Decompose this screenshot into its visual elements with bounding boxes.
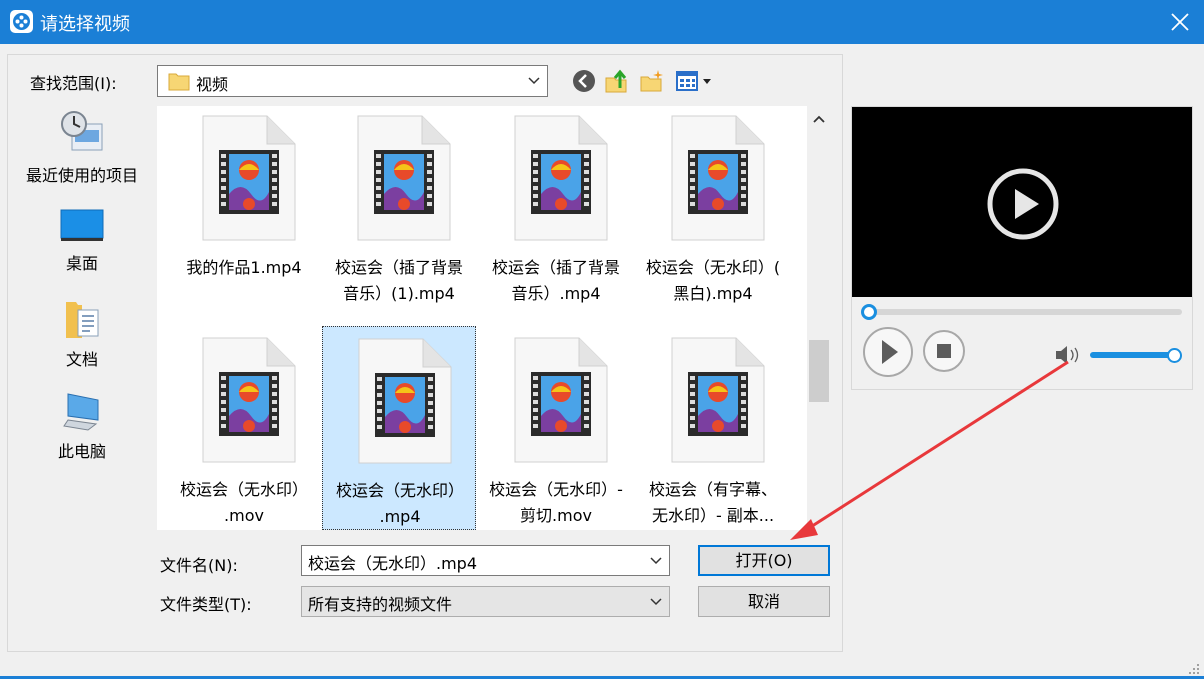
scroll-up-icon (813, 115, 825, 123)
play-button[interactable] (862, 326, 914, 382)
file-name-line2: 黑白).mp4 (673, 284, 753, 303)
resize-grip-icon[interactable] (1188, 663, 1200, 675)
stop-button[interactable] (922, 329, 966, 377)
video-file-icon (671, 115, 765, 241)
place-label: 桌面 (65, 254, 98, 273)
computer-icon (63, 393, 99, 431)
file-item[interactable]: 校运会（无水印）- 剪切.mov (479, 326, 633, 530)
window-title: 请选择视频 (40, 14, 130, 35)
file-name-line2: 音乐）(1).mp4 (343, 284, 455, 303)
file-name: 校运会（无水印） (179, 480, 308, 499)
close-icon (1171, 13, 1189, 31)
place-recent[interactable]: 最近使用的项目 (13, 110, 151, 186)
view-menu-button[interactable] (675, 68, 715, 94)
documents-icon (66, 302, 99, 338)
video-screen[interactable] (852, 107, 1192, 297)
seek-thumb[interactable] (861, 304, 877, 320)
video-file-icon (671, 337, 765, 463)
file-list[interactable]: 我的作品1.mp4 校运会（插了背景 音乐）(1).mp4 校运会（插了背景 音乐）.m… (157, 106, 807, 530)
scroll-thumb[interactable] (809, 340, 829, 402)
up-folder-button[interactable] (604, 68, 630, 94)
cancel-button[interactable]: 取消 (698, 586, 830, 617)
file-name: 我的作品1.mp4 (186, 258, 302, 277)
new-folder-icon (640, 70, 663, 92)
place-label: 文档 (65, 350, 98, 369)
video-file-icon (358, 338, 452, 464)
close-button[interactable] (1164, 6, 1196, 38)
lookin-value: 视频 (196, 75, 229, 94)
filetype-value: 所有支持的视频文件 (308, 595, 453, 614)
video-file-icon (514, 115, 608, 241)
file-name-line2: .mov (224, 506, 264, 525)
filetype-select[interactable]: 所有支持的视频文件 (301, 586, 670, 617)
video-file-icon (202, 337, 296, 463)
file-name: 校运会（有字幕、 (648, 480, 777, 499)
file-name: 校运会（无水印） (335, 481, 464, 500)
place-documents[interactable]: 文档 (13, 298, 151, 370)
file-name: 校运会（插了背景 (334, 258, 463, 277)
file-item[interactable]: 校运会（无水印） .mp4 (322, 326, 476, 530)
place-desktop[interactable]: 桌面 (13, 208, 151, 274)
seek-bar[interactable] (862, 309, 1182, 315)
chevron-down-icon (650, 598, 662, 606)
file-list-scrollbar[interactable] (807, 106, 831, 530)
back-icon (573, 70, 595, 92)
speaker-icon (1056, 346, 1079, 364)
file-item[interactable]: 校运会（插了背景 音乐）.mp4 (479, 106, 633, 306)
new-folder-button[interactable] (639, 68, 665, 94)
folder-icon (168, 73, 190, 91)
file-item[interactable]: 校运会（无水印）( 黑白).mp4 (636, 106, 790, 306)
mute-button[interactable] (1054, 345, 1082, 369)
video-file-icon (514, 337, 608, 463)
up-folder-icon (605, 69, 627, 93)
filename-label: 文件名(N): (160, 556, 238, 575)
file-name-line2: 剪切.mov (520, 506, 592, 525)
place-label: 此电脑 (57, 442, 106, 461)
file-name-line2: .mp4 (379, 507, 421, 526)
filename-input[interactable]: 校运会（无水印）.mp4 (301, 545, 670, 576)
video-file-icon (202, 115, 296, 241)
video-preview-panel (851, 106, 1193, 390)
place-label: 最近使用的项目 (25, 166, 138, 185)
file-item[interactable]: 校运会（有字幕、 无水印）- 副本... (636, 326, 790, 530)
stop-icon (923, 330, 965, 372)
filetype-label: 文件类型(T): (160, 595, 252, 614)
file-item[interactable]: 校运会（无水印） .mov (167, 326, 321, 530)
lookin-label: 查找范围(I): (30, 74, 117, 93)
filename-value: 校运会（无水印）.mp4 (308, 554, 478, 573)
volume-thumb[interactable] (1167, 348, 1182, 363)
lookin-dropdown[interactable]: 视频 (157, 65, 548, 97)
file-name: 校运会（插了背景 (491, 258, 620, 277)
recent-icon (61, 111, 103, 151)
chevron-down-icon (528, 77, 540, 85)
back-button[interactable] (571, 68, 597, 94)
file-item[interactable]: 我的作品1.mp4 (167, 106, 321, 306)
chevron-down-icon (650, 557, 662, 565)
open-button[interactable]: 打开(O) (698, 545, 830, 576)
places-bar: 最近使用的项目 桌面 文档 此电脑 (13, 100, 151, 640)
play-overlay-icon (987, 168, 1059, 240)
file-name-line2: 无水印）- 副本... (651, 506, 775, 525)
app-logo-icon (10, 10, 33, 33)
file-item[interactable]: 校运会（插了背景 音乐）(1).mp4 (322, 106, 476, 306)
place-computer[interactable]: 此电脑 (13, 390, 151, 462)
title-bar: 请选择视频 (0, 0, 1204, 44)
file-name: 校运会（无水印）- (489, 480, 623, 499)
view-menu-icon (676, 71, 711, 91)
file-name: 校运会（无水印）( (645, 258, 781, 277)
file-name-line2: 音乐）.mp4 (511, 284, 601, 303)
desktop-icon (60, 209, 104, 241)
video-file-icon (357, 115, 451, 241)
play-icon (863, 327, 913, 377)
